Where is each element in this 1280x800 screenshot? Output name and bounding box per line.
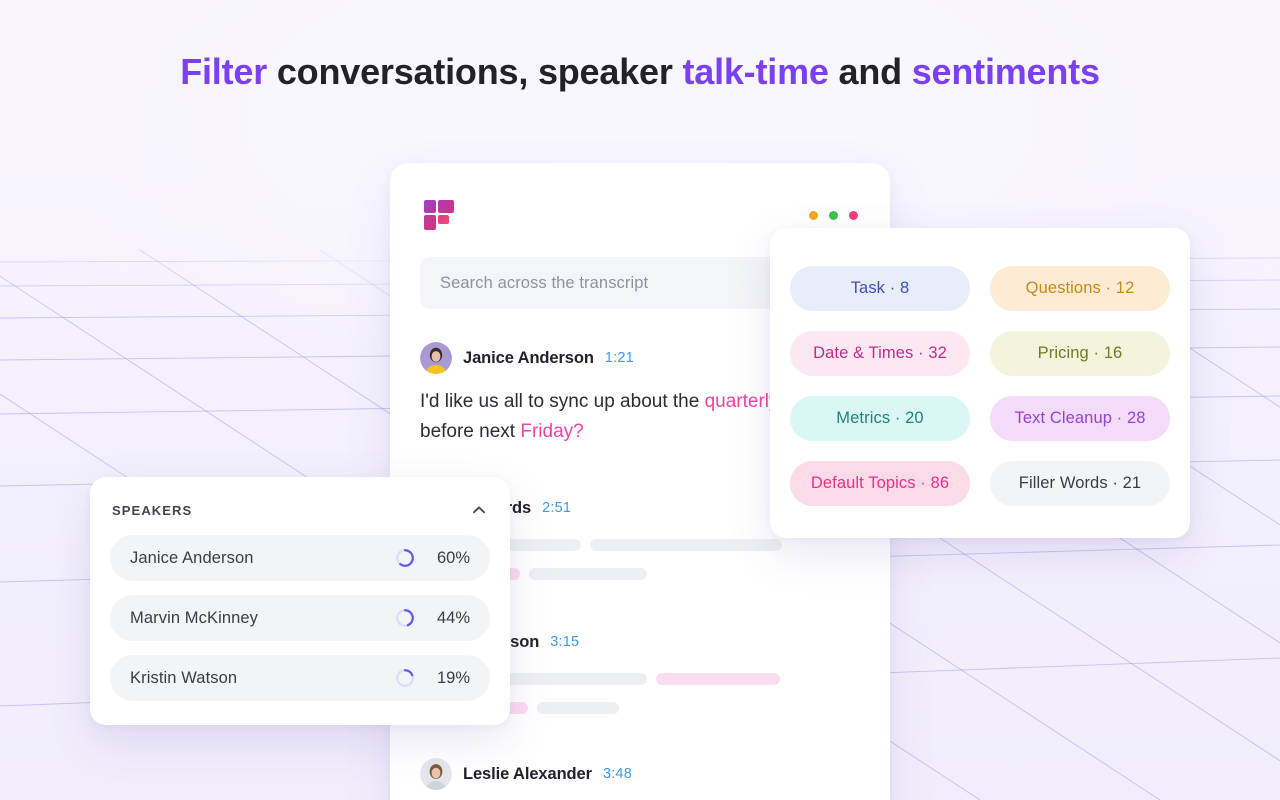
- headline-accent-sentiments: sentiments: [911, 51, 1100, 92]
- speaker-name: Janice Anderson: [463, 348, 594, 367]
- topics-panel: Task · 8 Questions · 12 Date & Times · 3…: [770, 228, 1190, 538]
- speaker-row-name: Kristin Watson: [130, 668, 238, 687]
- talk-time-percent: 60%: [436, 548, 470, 567]
- timestamp[interactable]: 3:15: [550, 634, 579, 650]
- topic-chip-filler-words[interactable]: Filler Words · 21: [990, 461, 1170, 506]
- speaker-row-marvin-mckinney[interactable]: Marvin McKinney 44%: [110, 595, 490, 641]
- timestamp[interactable]: 3:48: [603, 766, 632, 782]
- topic-chip-task[interactable]: Task · 8: [790, 266, 970, 311]
- headline-accent-filter: Filter: [180, 51, 268, 92]
- skeleton-bar: [537, 702, 619, 714]
- timestamp[interactable]: 1:21: [605, 350, 634, 366]
- speaker-row-janice-anderson[interactable]: Janice Anderson 60%: [110, 535, 490, 581]
- topic-chip-text-cleanup[interactable]: Text Cleanup · 28: [990, 396, 1170, 441]
- talk-time-ring: [396, 609, 414, 627]
- skeleton-bar: [656, 673, 780, 685]
- avatar: [420, 758, 452, 790]
- talk-time-percent: 19%: [436, 668, 470, 687]
- speaker-row-name: Marvin McKinney: [130, 608, 259, 627]
- speakers-title: SPEAKERS: [112, 502, 193, 518]
- search-placeholder: Search across the transcript: [440, 273, 649, 292]
- talk-time-ring: [396, 549, 414, 567]
- speaker-name: Leslie Alexander: [463, 764, 592, 783]
- transcript-entry: Leslie Alexander 3:48: [420, 757, 632, 791]
- transcript-entry-header: Leslie Alexander 3:48: [420, 757, 632, 791]
- window-controls[interactable]: [809, 211, 858, 220]
- app-logo-icon: [424, 200, 454, 230]
- talk-time-ring: [396, 669, 414, 687]
- transcript-highlight-quarterly[interactable]: quarterly: [705, 391, 779, 412]
- avatar: [420, 342, 452, 374]
- close-dot[interactable]: [849, 211, 858, 220]
- page-headline: Filter conversations, speaker talk-time …: [0, 49, 1280, 95]
- chevron-up-icon[interactable]: [470, 501, 488, 519]
- headline-text-2: and: [828, 51, 912, 92]
- maximize-dot[interactable]: [829, 211, 838, 220]
- topic-chip-date-times[interactable]: Date & Times · 32: [790, 331, 970, 376]
- speaker-row-name: Janice Anderson: [130, 548, 254, 567]
- talk-time-percent: 44%: [436, 608, 470, 627]
- speakers-header: SPEAKERS: [110, 499, 490, 521]
- topic-chip-default-topics[interactable]: Default Topics · 86: [790, 461, 970, 506]
- timestamp[interactable]: 2:51: [542, 500, 571, 516]
- minimize-dot[interactable]: [809, 211, 818, 220]
- speakers-panel: SPEAKERS Janice Anderson 60% Marvin McKi…: [90, 477, 510, 725]
- skeleton-bar: [529, 568, 647, 580]
- transcript-text-plain: I'd like us all to sync up about the: [420, 391, 705, 412]
- topic-chip-pricing[interactable]: Pricing · 16: [990, 331, 1170, 376]
- headline-accent-talktime: talk-time: [682, 51, 829, 92]
- topic-chip-questions[interactable]: Questions · 12: [990, 266, 1170, 311]
- speaker-row-kristin-watson[interactable]: Kristin Watson 19%: [110, 655, 490, 701]
- transcript-highlight-friday[interactable]: Friday?: [520, 421, 583, 442]
- skeleton-bar: [590, 539, 782, 551]
- headline-text-1: conversations, speaker: [267, 51, 683, 92]
- topic-chip-metrics[interactable]: Metrics · 20: [790, 396, 970, 441]
